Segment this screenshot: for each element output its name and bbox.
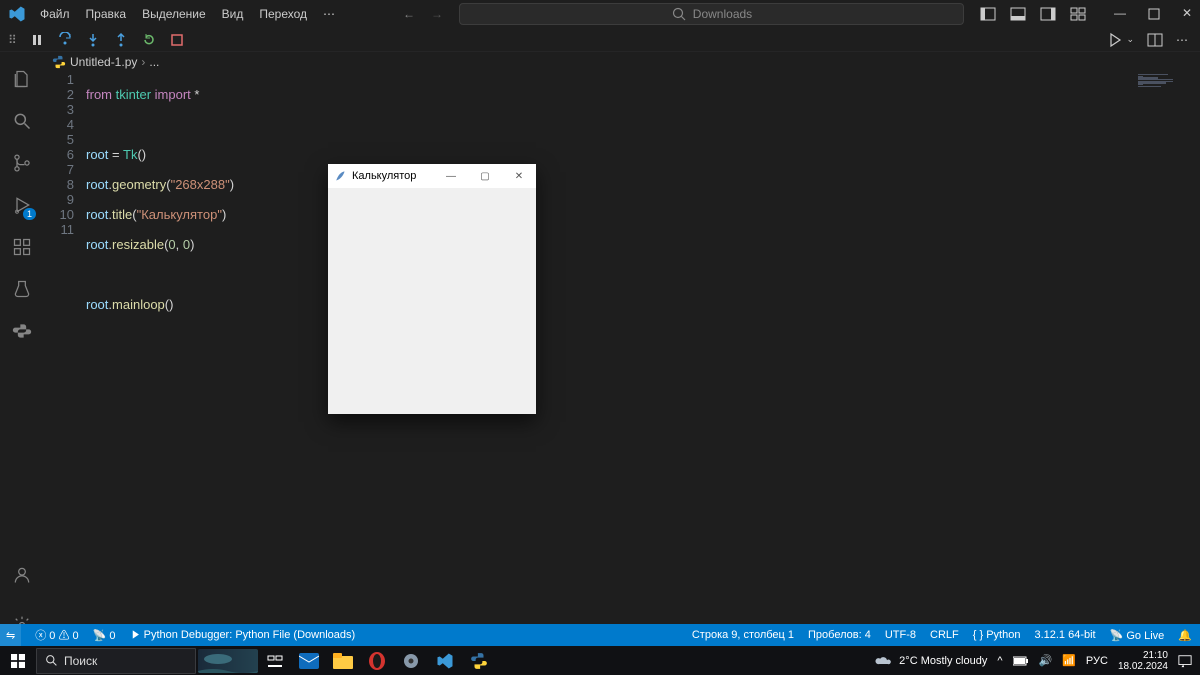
extensions-icon[interactable]	[0, 226, 44, 268]
taskbar-opera-icon[interactable]	[360, 646, 394, 675]
nav-buttons: ← →	[403, 7, 443, 21]
tk-close-icon[interactable]: ✕	[502, 164, 536, 188]
tkinter-app-window[interactable]: Калькулятор — ▢ ✕	[328, 164, 536, 414]
menu-go[interactable]: Переход	[251, 7, 315, 21]
taskbar-search-placeholder: Поиск	[64, 654, 97, 668]
volume-icon[interactable]: 🔊	[1039, 654, 1053, 667]
taskbar-search[interactable]: Поиск	[36, 648, 196, 674]
tk-maximize-icon[interactable]: ▢	[468, 164, 502, 188]
eol-status[interactable]: CRLF	[930, 629, 959, 641]
taskbar-settings-icon[interactable]	[394, 646, 428, 675]
run-dropdown-icon[interactable]: ⌄	[1126, 34, 1134, 45]
close-icon[interactable]: ✕	[1182, 6, 1192, 22]
debug-restart-icon[interactable]	[141, 32, 157, 48]
tk-minimize-icon[interactable]: —	[434, 164, 468, 188]
system-tray: 2°C Mostly cloudy ^ 🔊 📶 РУС 21:10 18.02.…	[875, 650, 1200, 672]
code-area[interactable]: from tkinter import * root = Tk() root.g…	[86, 72, 1130, 342]
menu-view[interactable]: Вид	[214, 7, 252, 21]
layout-panel-bottom-icon[interactable]	[1010, 6, 1026, 22]
start-button[interactable]	[0, 654, 36, 668]
taskbar-vscode-icon[interactable]	[428, 646, 462, 675]
indentation-status[interactable]: Пробелов: 4	[808, 629, 871, 641]
line-gutter: 1234567891011	[44, 72, 86, 237]
remote-indicator[interactable]: ⇋	[0, 624, 21, 646]
interpreter-status[interactable]: 3.12.1 64-bit	[1034, 629, 1095, 641]
weather-widget[interactable]: 2°C Mostly cloudy	[875, 652, 987, 670]
debug-stepover-icon[interactable]	[57, 32, 73, 48]
nav-forward-icon[interactable]: →	[431, 7, 443, 21]
layout-sidebar-right-icon[interactable]	[1040, 6, 1056, 22]
breadcrumb-tail: ...	[149, 55, 159, 69]
clock[interactable]: 21:10 18.02.2024	[1118, 650, 1168, 672]
tkinter-feather-icon	[334, 170, 346, 182]
tray-chevron-icon[interactable]: ^	[997, 655, 1002, 667]
command-search[interactable]: Downloads	[459, 3, 964, 25]
minimap[interactable]	[1138, 74, 1188, 88]
minimize-icon[interactable]: —	[1114, 6, 1126, 22]
taskbar-widget[interactable]	[198, 649, 258, 673]
taskbar-explorer-icon[interactable]	[326, 646, 360, 675]
go-live-status[interactable]: 📡 Go Live	[1110, 629, 1165, 642]
task-view-icon[interactable]	[258, 646, 292, 675]
debug-toolbar: ⠿ ⌄ ⋯	[0, 28, 1200, 52]
taskbar-python-icon[interactable]	[462, 646, 496, 675]
drag-handle-icon[interactable]: ⠿	[8, 33, 17, 47]
cloud-icon	[875, 652, 893, 670]
testing-icon[interactable]	[0, 268, 44, 310]
cursor-position[interactable]: Строка 9, столбец 1	[692, 629, 794, 641]
source-control-icon[interactable]	[0, 142, 44, 184]
tkinter-body	[328, 188, 536, 414]
nav-back-icon[interactable]: ←	[403, 7, 415, 21]
windows-taskbar: Поиск 2°C Mostly cloudy ^ 🔊 📶 РУС 21:10 …	[0, 646, 1200, 675]
layout-controls	[980, 6, 1086, 22]
accounts-icon[interactable]	[0, 554, 44, 596]
search-icon	[671, 6, 687, 22]
notifications-icon[interactable]: 🔔	[1178, 629, 1192, 642]
ports-status[interactable]: 📡 0	[93, 629, 116, 642]
run-icon[interactable]	[1107, 32, 1123, 48]
battery-icon[interactable]	[1013, 655, 1029, 667]
menu-edit[interactable]: Правка	[78, 7, 135, 21]
run-debug-icon[interactable]: 1	[0, 184, 44, 226]
language-mode[interactable]: { } Python	[973, 629, 1021, 641]
menu-overflow[interactable]: ⋯	[315, 7, 343, 21]
window-controls: — ✕	[1114, 6, 1192, 22]
taskbar-mail-icon[interactable]	[292, 646, 326, 675]
split-editor-icon[interactable]	[1147, 32, 1163, 48]
search-label: Downloads	[693, 7, 752, 21]
menu-selection[interactable]: Выделение	[134, 7, 214, 21]
editor-pane: Untitled-1.py › ... 1234567891011 from t…	[44, 52, 1200, 646]
python-file-icon	[52, 55, 66, 69]
layout-sidebar-left-icon[interactable]	[980, 6, 996, 22]
vscode-logo-icon	[8, 5, 26, 23]
wifi-icon[interactable]: 📶	[1062, 654, 1076, 667]
breadcrumb-file[interactable]: Untitled-1.py	[70, 55, 137, 69]
debugger-status[interactable]: Python Debugger: Python File (Downloads)	[130, 629, 356, 641]
tkinter-title: Калькулятор	[352, 170, 434, 182]
chevron-right-icon: ›	[141, 55, 145, 69]
maximize-icon[interactable]	[1146, 6, 1162, 22]
activity-bar: 1	[0, 52, 44, 646]
debug-stepout-icon[interactable]	[113, 32, 129, 48]
more-icon[interactable]: ⋯	[1176, 33, 1188, 47]
input-lang[interactable]: РУС	[1086, 655, 1108, 667]
menu-file[interactable]: Файл	[32, 7, 78, 21]
explorer-icon[interactable]	[0, 58, 44, 100]
action-center-icon[interactable]	[1178, 654, 1192, 668]
debug-badge: 1	[23, 208, 36, 220]
problems-status[interactable]: ⓧ 0 ⚠ 0	[35, 627, 78, 643]
breadcrumb: Untitled-1.py › ...	[44, 52, 1200, 72]
window-titlebar: Файл Правка Выделение Вид Переход ⋯ ← → …	[0, 0, 1200, 28]
tkinter-titlebar: Калькулятор — ▢ ✕	[328, 164, 536, 188]
debug-stepin-icon[interactable]	[85, 32, 101, 48]
encoding-status[interactable]: UTF-8	[885, 629, 916, 641]
search-icon-activity[interactable]	[0, 100, 44, 142]
debug-stop-icon[interactable]	[169, 32, 185, 48]
search-icon	[45, 654, 58, 667]
layout-customize-icon[interactable]	[1070, 6, 1086, 22]
python-env-icon[interactable]	[0, 310, 44, 352]
debug-pause-icon[interactable]	[29, 32, 45, 48]
status-bar: ⇋ ⓧ 0 ⚠ 0 📡 0 Python Debugger: Python Fi…	[0, 624, 1200, 646]
